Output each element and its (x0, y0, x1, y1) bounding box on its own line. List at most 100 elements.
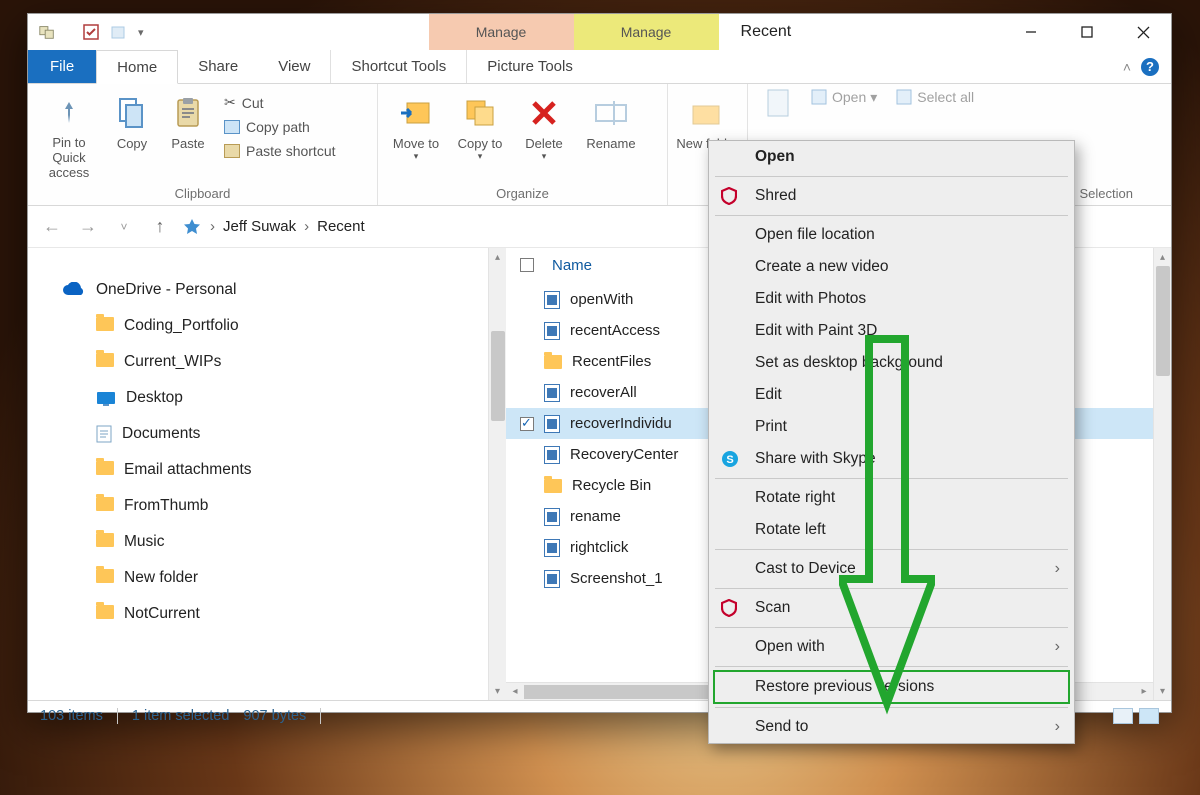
ctx-open-with[interactable]: Open with› (709, 631, 1074, 663)
file-name: rightclick (570, 539, 628, 556)
ctx-send-to[interactable]: Send to› (709, 711, 1074, 743)
tree-item-icon (96, 569, 114, 588)
mcafee-icon (721, 599, 743, 617)
breadcrumb[interactable]: › Jeff Suwak › Recent (182, 218, 365, 236)
folder-icon (544, 479, 562, 493)
tree-item[interactable]: FromThumb (96, 488, 488, 524)
tree-item[interactable]: Desktop (96, 380, 488, 416)
tree-item-icon (96, 533, 114, 552)
copy-path-button[interactable]: Copy path (222, 117, 368, 137)
rename-button[interactable]: Rename (578, 88, 644, 151)
tab-file[interactable]: File (28, 50, 96, 83)
tree-item-label: Email attachments (124, 461, 252, 479)
tree-item[interactable]: New folder (96, 560, 488, 596)
ctx-open-location[interactable]: Open file location (709, 219, 1074, 251)
tab-view[interactable]: View (258, 50, 330, 83)
path-icon (224, 120, 240, 134)
move-to-button[interactable]: Move to▾ (386, 88, 446, 162)
delete-button[interactable]: Delete▾ (514, 88, 574, 162)
explorer-icon (38, 23, 56, 41)
svg-text:S: S (726, 454, 733, 466)
scissors-icon: ✂ (224, 94, 236, 111)
group-organize-label: Organize (386, 184, 659, 203)
minimize-button[interactable] (1003, 14, 1059, 50)
ctx-edit-photos[interactable]: Edit with Photos (709, 283, 1074, 315)
collapse-ribbon-icon[interactable]: ˄ (1123, 59, 1131, 75)
quick-access-toolbar: ▾ (28, 23, 144, 41)
tree-item-label: Coding_Portfolio (124, 317, 239, 335)
nav-back-icon[interactable]: ← (38, 216, 66, 237)
file-name: rename (570, 508, 621, 525)
tree-item-icon (96, 391, 116, 406)
tab-shortcut-tools[interactable]: Shortcut Tools (330, 50, 466, 83)
image-file-icon (544, 539, 560, 557)
group-clipboard-label: Clipboard (36, 184, 369, 203)
select-all-button[interactable]: Select all (895, 88, 974, 106)
image-file-icon (544, 415, 560, 433)
nav-forward-icon[interactable]: → (74, 216, 102, 237)
copy-to-button[interactable]: Copy to▾ (450, 88, 510, 162)
select-all-checkbox[interactable] (520, 258, 534, 272)
maximize-button[interactable] (1059, 14, 1115, 50)
title-bar: ▾ Manage Manage Recent (28, 14, 1171, 50)
help-icon[interactable]: ? (1141, 58, 1159, 76)
tab-home[interactable]: Home (96, 50, 178, 84)
paste-shortcut-button[interactable]: Paste shortcut (222, 141, 368, 161)
qat-new-folder-icon[interactable] (110, 23, 128, 41)
ctx-open[interactable]: Open (709, 141, 1074, 173)
nav-recent-icon[interactable]: ˅ (110, 220, 138, 234)
ctx-rotate-right[interactable]: Rotate right (709, 482, 1074, 514)
properties-icon[interactable] (766, 88, 792, 118)
tree-item[interactable]: NotCurrent (96, 596, 488, 632)
tree-item[interactable]: Coding_Portfolio (96, 308, 488, 344)
ctx-scan[interactable]: Scan (709, 592, 1074, 624)
status-item-count: 103 items (40, 708, 103, 724)
pin-quick-access-button[interactable]: Pin to Quick access (36, 88, 102, 181)
open-split-button[interactable]: Open ▾ (810, 88, 877, 106)
tree-item[interactable]: Current_WIPs (96, 344, 488, 380)
ctx-edit-paint3d[interactable]: Edit with Paint 3D (709, 315, 1074, 347)
tree-item-label: Desktop (126, 389, 183, 407)
quick-access-icon (182, 218, 202, 236)
tree-item[interactable]: Music (96, 524, 488, 560)
ctx-set-background[interactable]: Set as desktop background (709, 347, 1074, 379)
crumb-user[interactable]: Jeff Suwak (223, 218, 296, 235)
paste-button[interactable]: Paste (162, 88, 214, 151)
ctx-tab-manage-shortcut[interactable]: Manage (429, 14, 574, 50)
column-name-header[interactable]: Name (552, 257, 592, 274)
nav-up-icon[interactable]: ↑ (146, 216, 174, 237)
image-file-icon (544, 384, 560, 402)
view-mode-buttons[interactable] (1113, 708, 1159, 724)
ctx-share-skype[interactable]: SShare with Skype (709, 443, 1074, 475)
tree-item[interactable]: Email attachments (96, 452, 488, 488)
tree-item-icon (96, 425, 112, 443)
tree-item-label: FromThumb (124, 497, 208, 515)
ctx-shred[interactable]: Shred (709, 180, 1074, 212)
ctx-rotate-left[interactable]: Rotate left (709, 514, 1074, 546)
ctx-print[interactable]: Print (709, 411, 1074, 443)
desktop-background: ▾ Manage Manage Recent File Home Share V… (0, 0, 1200, 795)
crumb-folder[interactable]: Recent (317, 218, 365, 235)
image-file-icon (544, 322, 560, 340)
ctx-tab-manage-picture[interactable]: Manage (574, 14, 719, 50)
row-checkbox[interactable] (520, 417, 534, 431)
file-name: recentAccess (570, 322, 660, 339)
ctx-edit[interactable]: Edit (709, 379, 1074, 411)
file-name: RecoveryCenter (570, 446, 678, 463)
tree-item[interactable]: Documents (96, 416, 488, 452)
close-button[interactable] (1115, 14, 1171, 50)
cut-button[interactable]: ✂Cut (222, 92, 368, 113)
ribbon-tabs: File Home Share View Shortcut Tools Pict… (28, 50, 1171, 84)
nav-tree[interactable]: OneDrive - Personal Coding_Portfolio Curr… (28, 248, 488, 700)
tab-picture-tools[interactable]: Picture Tools (466, 50, 593, 83)
tree-onedrive[interactable]: OneDrive - Personal (62, 272, 488, 308)
context-menu: Open Shred Open file location Create a n… (708, 140, 1075, 744)
ctx-restore-previous-versions[interactable]: Restore previous versions (713, 670, 1070, 704)
tab-share[interactable]: Share (178, 50, 258, 83)
ctx-cast-to-device[interactable]: Cast to Device› (709, 553, 1074, 585)
qat-properties-icon[interactable] (82, 23, 100, 41)
tree-scrollbar[interactable]: ▴ ▾ (488, 248, 506, 700)
file-v-scrollbar[interactable]: ▴ ▾ (1153, 248, 1171, 700)
copy-button[interactable]: Copy (106, 88, 158, 151)
ctx-create-video[interactable]: Create a new video (709, 251, 1074, 283)
